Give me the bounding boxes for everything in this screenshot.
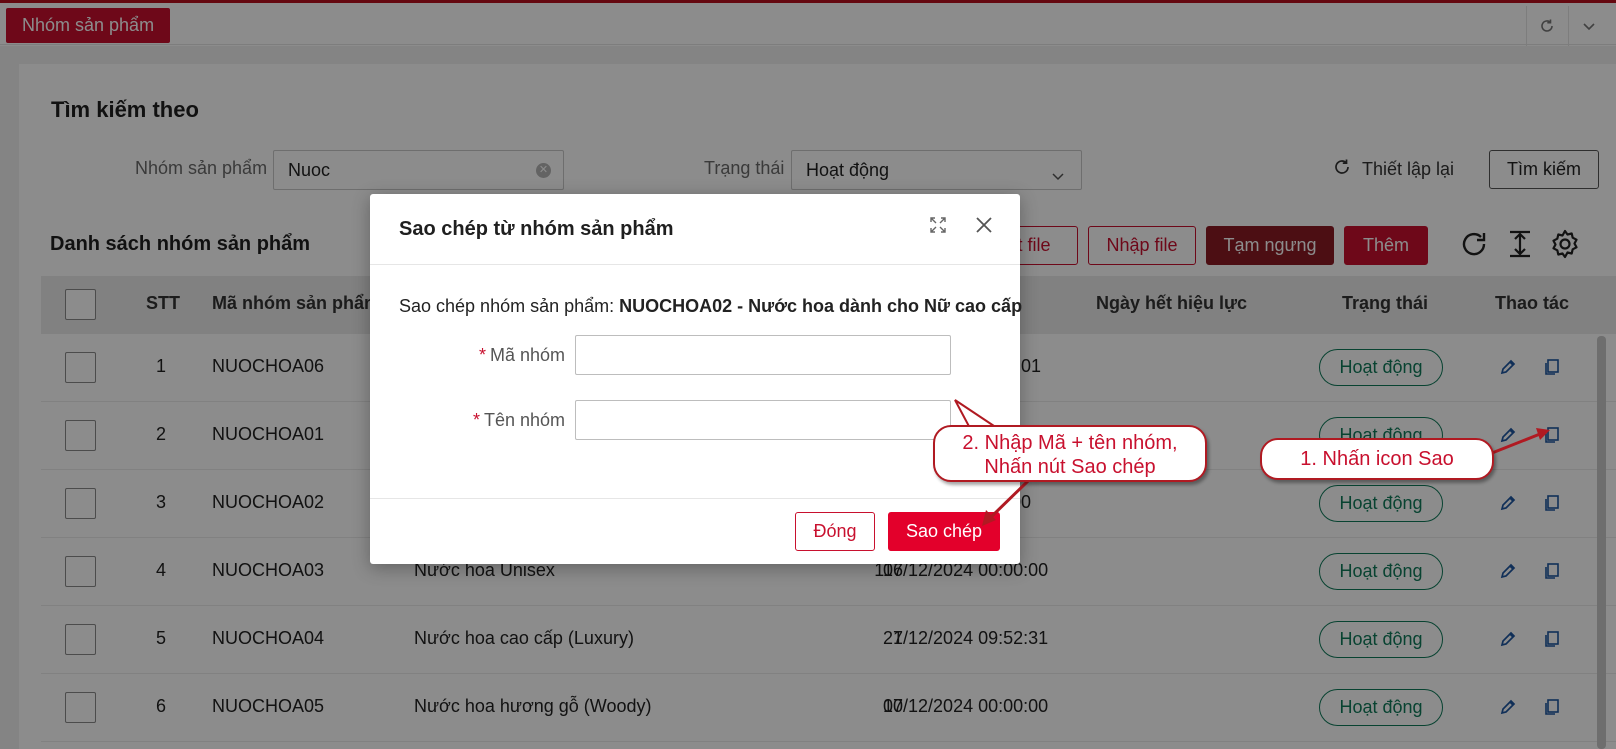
modal-header-divider: [370, 264, 1020, 265]
close-button[interactable]: Đóng: [795, 512, 875, 551]
group-name-input[interactable]: [575, 400, 951, 440]
copy-button[interactable]: Sao chép: [888, 512, 1000, 551]
desc-prefix: Sao chép nhóm sản phẩm:: [399, 296, 620, 316]
required-mark: *: [472, 410, 480, 430]
modal-footer-divider: [370, 498, 1020, 499]
callout-step1: 1. Nhấn icon Sao: [1260, 438, 1494, 480]
callout-step2-line1: 2. Nhập Mã + tên nhóm,: [962, 432, 1178, 454]
code-field-label: * Mã nhóm: [478, 345, 565, 365]
name-field-label: * Tên nhóm: [472, 410, 565, 430]
close-icon[interactable]: [971, 212, 997, 238]
copy-group-modal: Sao chép từ nhóm sản phẩm Sao chép nhóm …: [370, 194, 1022, 564]
modal-title: Sao chép từ nhóm sản phẩm: [399, 218, 674, 240]
desc-source: NUOCHOA02 - Nước hoa dành cho Nữ cao cấp: [619, 296, 1023, 316]
callout-step2-line2: Nhấn nút Sao chép: [984, 456, 1156, 478]
required-mark: *: [478, 345, 486, 365]
modal-description: Sao chép nhóm sản phẩm: NUOCHOA02 - Nước…: [399, 296, 1022, 317]
group-code-input[interactable]: [575, 335, 951, 375]
callout-step2: 2. Nhập Mã + tên nhóm, Nhấn nút Sao chép: [933, 425, 1207, 482]
expand-icon[interactable]: [925, 212, 951, 238]
